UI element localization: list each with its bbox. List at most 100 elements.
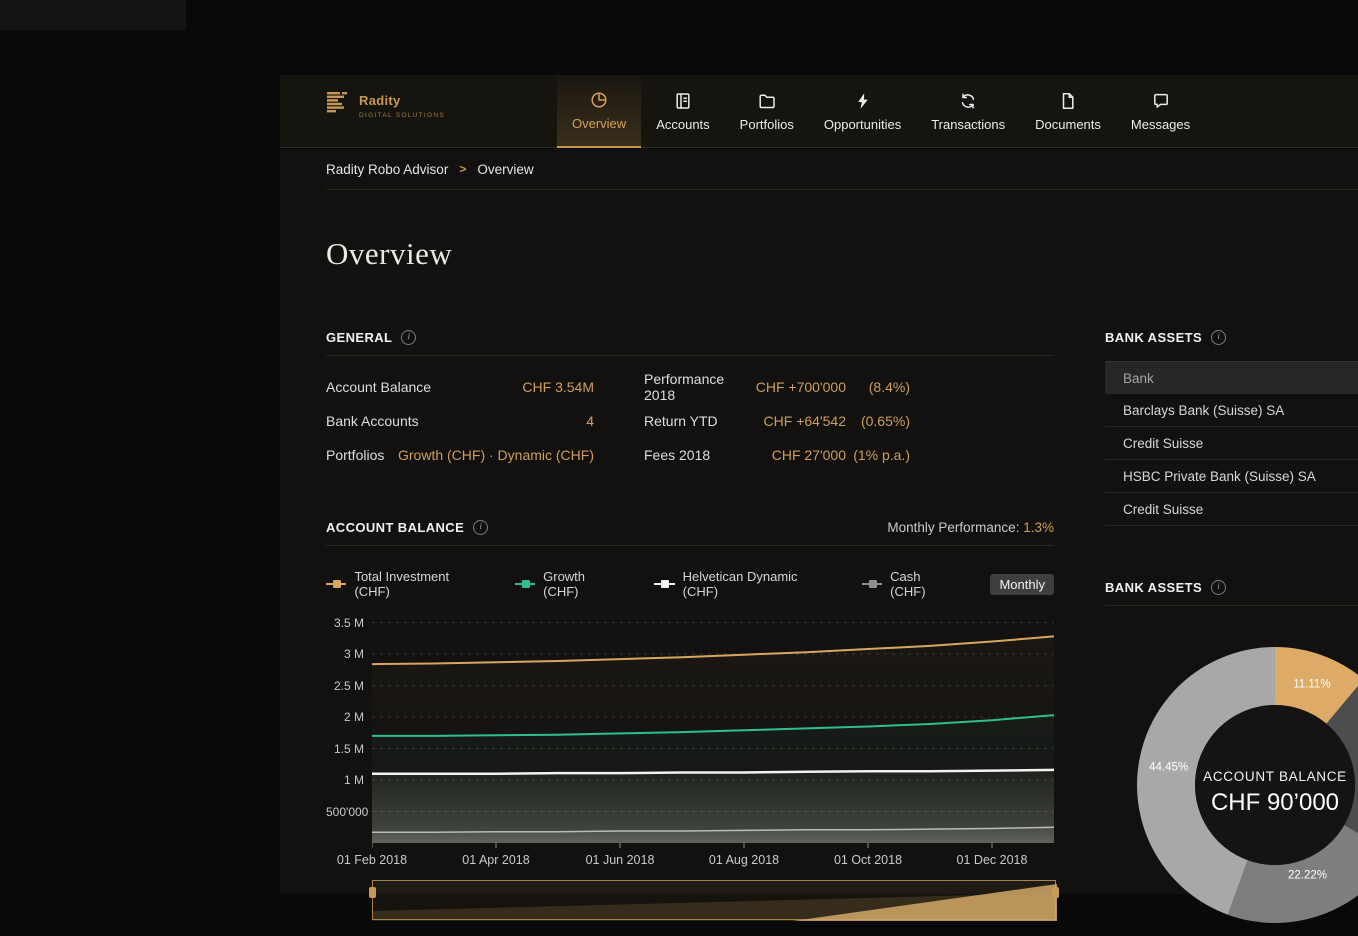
legend-label: Total Investment (CHF) [354,569,478,599]
svg-text:CHF 90’000: CHF 90’000 [1211,789,1339,816]
stat-row-return-ytd: Return YTD CHF +64'542 (0.65%) [644,404,910,438]
nav-item-messages[interactable]: Messages [1116,75,1205,148]
main-nav: Overview Accounts Portfolios [557,75,1205,148]
document-icon [1058,91,1078,111]
nav-item-portfolios[interactable]: Portfolios [725,75,809,148]
stat-label: Portfolios [326,447,398,463]
x-axis-label: 01 Feb 2018 [326,853,418,867]
svg-text:44.45%: 44.45% [1149,761,1188,773]
balance-line-chart[interactable] [372,615,1054,849]
x-axis-label: 01 Aug 2018 [698,853,790,867]
section-title: BANK ASSETS [1105,330,1202,345]
stat-label: Return YTD [644,413,764,429]
brand-logo[interactable]: Radity DIGITAL SOLUTIONS [326,91,445,119]
breadcrumb: Radity Robo Advisor > Overview [326,149,1358,190]
stat-row-fees: Fees 2018 CHF 27'000 (1% p.a.) [644,438,910,472]
x-axis-label: 01 Oct 2018 [822,853,914,867]
brush-handle-left[interactable] [369,887,376,898]
nav-label: Messages [1131,117,1190,132]
x-axis-label: 01 Apr 2018 [450,853,542,867]
nav-label: Accounts [656,117,709,132]
legend-item-helvetican-dynamic[interactable]: Helvetican Dynamic (CHF) [654,569,826,599]
stat-label: Fees 2018 [644,447,772,463]
info-icon[interactable]: i [1211,330,1226,345]
legend-marker [326,580,346,588]
legend-item-growth[interactable]: Growth (CHF) [515,569,618,599]
bank-assets-donut-section: BANK ASSETS i 11.11%22.22%44.45%ACCOUNT … [1105,576,1358,896]
lightning-icon [853,91,873,111]
account-balance-section: ACCOUNT BALANCE i Monthly Performance: 1… [326,516,1054,936]
table-row[interactable]: Barclays Bank (Suisse) SA [1105,394,1358,427]
nav-item-transactions[interactable]: Transactions [916,75,1020,148]
swap-arrows-icon [958,91,978,111]
desktop-background: Radity DIGITAL SOLUTIONS Overview Accoun… [0,0,1358,894]
stat-value: CHF 27'000 [772,447,846,463]
time-range-brush[interactable] [372,880,1056,920]
nav-item-accounts[interactable]: Accounts [641,75,724,148]
brush-handle-right[interactable] [1052,887,1059,898]
nav-label: Overview [572,116,626,131]
breadcrumb-root[interactable]: Radity Robo Advisor [326,162,448,177]
svg-text:22.22%: 22.22% [1288,869,1327,881]
y-axis-label: 1 M [326,773,364,787]
stat-label: Account Balance [326,379,522,395]
y-axis-label: 2.5 M [326,679,364,693]
info-icon[interactable]: i [401,330,416,345]
legend-marker [654,580,674,588]
nav-item-documents[interactable]: Documents [1020,75,1116,148]
nav-item-opportunities[interactable]: Opportunities [809,75,916,148]
general-section-header: GENERAL i [326,326,1054,348]
info-icon[interactable]: i [1211,580,1226,595]
folder-icon [757,91,777,111]
ledger-icon [673,91,693,111]
stat-row-performance: Performance 2018 CHF +700'000 (8.4%) [644,370,910,404]
brush-preview [373,881,1057,921]
chart-legend: Total Investment (CHF) Growth (CHF) Helv… [326,569,1054,599]
legend-label: Growth (CHF) [543,569,618,599]
table-row[interactable]: Credit Suisse [1105,427,1358,460]
chevron-right-icon: > [459,162,466,176]
table-row[interactable]: Credit Suisse [1105,493,1358,526]
stat-value: 4 [586,413,594,429]
nav-item-overview[interactable]: Overview [557,75,641,148]
stat-row-bank-accounts: Bank Accounts 4 [326,404,594,438]
divider [1105,605,1358,606]
account-balance-header: ACCOUNT BALANCE i Monthly Performance: 1… [326,516,1054,538]
bank-assets-header: BANK ASSETS i [1105,326,1358,348]
brand-name: Radity [359,93,445,108]
stat-label: Bank Accounts [326,413,586,429]
app-window: Radity DIGITAL SOLUTIONS Overview Accoun… [280,75,1358,894]
general-left-column: Account Balance CHF 3.54M Bank Accounts … [326,370,594,472]
legend-marker [862,580,882,588]
brand-tagline: DIGITAL SOLUTIONS [359,112,445,119]
table-row[interactable]: HSBC Private Bank (Suisse) SA [1105,460,1358,493]
general-grid: Account Balance CHF 3.54M Bank Accounts … [326,370,1054,472]
balance-chart-area: 3.5 M3 M2.5 M2 M1.5 M1 M500'000 01 Feb 2… [326,615,1054,881]
section-title: ACCOUNT BALANCE [326,520,464,535]
bank-assets-donut-chart[interactable]: 11.11%22.22%44.45%ACCOUNT BALANCECHF 90’… [1130,640,1358,930]
y-axis-label: 2 M [326,710,364,724]
legend-item-cash[interactable]: Cash (CHF) [862,569,955,599]
breadcrumb-current: Overview [477,162,533,177]
brand-text: Radity DIGITAL SOLUTIONS [359,91,445,119]
stat-extra: (0.65%) [846,413,910,429]
x-axis-label: 01 Jun 2018 [574,853,666,867]
table-column-header: Bank [1105,361,1358,394]
divider [326,355,1054,356]
legend-marker [515,580,535,588]
stat-row-portfolios: Portfolios Growth (CHF) · Dynamic (CHF) [326,438,594,472]
breadcrumb-bar: Radity Robo Advisor > Overview [280,149,1358,190]
y-axis-label: 3 M [326,647,364,661]
svg-text:ACCOUNT BALANCE: ACCOUNT BALANCE [1203,769,1347,784]
info-icon[interactable]: i [473,520,488,535]
section-title: BANK ASSETS [1105,580,1202,595]
period-toggle-button[interactable]: Monthly [990,574,1054,595]
pie-chart-icon [589,90,609,110]
legend-item-total-investment[interactable]: Total Investment (CHF) [326,569,479,599]
bank-assets-list-section: BANK ASSETS i Bank Barclays Bank (Suisse… [1105,326,1358,526]
nav-label: Documents [1035,117,1101,132]
monthly-performance-label: Monthly Performance: [887,520,1019,535]
stat-value: CHF +64'542 [764,413,846,429]
radity-logo-icon [326,91,350,117]
y-axis-label: 500'000 [326,805,364,819]
